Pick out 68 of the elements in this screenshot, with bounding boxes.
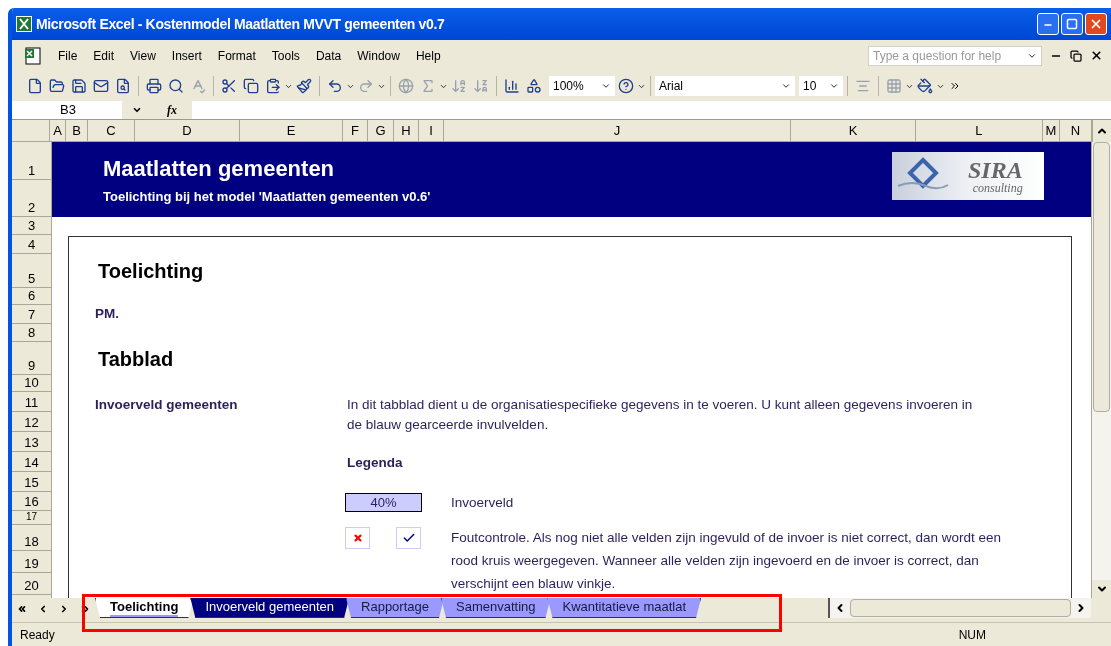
open-folder-icon[interactable] [49,78,65,94]
note-text: PM. [95,305,120,323]
section-description: In dit tabblad dient u de organisatiespecifieke gegevens in te voeren. U kunt alleen gegevens invoeren in de blauw gearceerde invulvelden. [347,396,974,434]
research-icon[interactable] [115,78,131,94]
menu-item[interactable]: Tools [263,46,308,65]
check-icon [396,527,421,549]
paste-icon[interactable] [265,78,281,94]
help-search-field[interactable]: Type a question for help [868,45,1042,66]
spreadsheet-app-icon [16,16,32,32]
sheet-tab[interactable]: Toelichting [95,598,194,618]
menu-item[interactable]: Insert [163,46,210,65]
banner-title: Maatlatten gemeenten [103,156,336,182]
dropdown-icon[interactable] [781,81,791,91]
logo-name: SIRA [968,157,1023,182]
menu-item[interactable]: Window [349,46,408,65]
vertical-scrollbar[interactable] [1091,142,1111,598]
scroll-thumb[interactable] [850,599,1071,617]
input-sample-cell: 40% [345,493,422,512]
legend-text: Invoerveld [451,494,515,512]
status-text: Ready [20,626,55,644]
close-icon[interactable] [1090,49,1103,62]
sheet-tab[interactable]: Invoerveld gemeenten [190,598,350,618]
save-icon[interactable] [71,78,87,94]
menu-item[interactable]: File [50,46,86,65]
legend-title: Legenda [347,454,404,472]
function-label[interactable]: fx [152,101,192,119]
num-lock-indicator: NUM [958,626,986,644]
font-size-field[interactable]: 10 [799,76,843,96]
dropdown-icon[interactable] [132,105,142,115]
banner-subtitle: Toelichting bij het model 'Maatlatten gemeenten v0.6' [103,188,431,206]
legend-text: Foutcontrole. Als nog niet alle velden zijn ingevuld of de invoer is niet correct, dan wordt een rood kruis weergegeven. Wanneer alle velden zijn ingevoerd en de invoer is correct, dan verschijnt een blauw vinkje. [451,529,1003,593]
section-heading: Tabblad [98,347,175,371]
menu-item[interactable]: Data [307,46,350,65]
dropdown-icon[interactable] [601,81,611,91]
print-icon[interactable] [146,78,162,94]
zoom-field[interactable]: 100% [549,76,615,96]
minimize-button[interactable] [1037,13,1059,35]
chart-icon[interactable] [504,78,520,94]
window-title: Microsoft Excel - Kostenmodel Maatlatten MVVT gemeenten v0.7 [36,14,445,34]
menu-item[interactable]: Edit [85,46,123,65]
fill-color-icon[interactable] [917,78,933,94]
first-sheet-icon[interactable] [17,604,28,614]
maximize-icon[interactable] [1066,18,1078,30]
scroll-thumb[interactable] [1093,142,1110,412]
workbook-icon[interactable] [24,46,42,65]
menu-item[interactable]: View [122,46,164,65]
cut-icon[interactable] [221,78,237,94]
sheet-tab[interactable]: Samenvatting [441,598,551,618]
sheet-tab[interactable]: Rapportage [346,598,444,618]
undo-icon[interactable] [327,78,343,94]
section-heading: Toelichting [98,259,205,283]
menu-item[interactable]: Help [407,46,449,65]
restore-icon[interactable] [1070,49,1082,62]
logo-tagline: consulting [972,181,1023,195]
paintbrush-icon[interactable] [296,78,312,94]
menu-item[interactable]: Format [209,46,264,65]
horizontal-scrollbar[interactable] [828,598,1091,618]
copy-icon[interactable] [243,78,259,94]
error-cross-icon [345,527,370,549]
sheet-tab[interactable]: Kwantitatieve maatlat [547,598,702,618]
more-icon[interactable] [949,80,961,92]
mail-icon[interactable] [93,78,109,94]
section-label: Invoerveld gemeenten [95,396,239,414]
maximize-button[interactable] [1061,13,1083,35]
font-field[interactable]: Arial [655,76,795,96]
help-icon[interactable] [618,78,634,94]
new-file-icon[interactable] [27,78,43,94]
dropdown-icon[interactable] [829,81,839,91]
